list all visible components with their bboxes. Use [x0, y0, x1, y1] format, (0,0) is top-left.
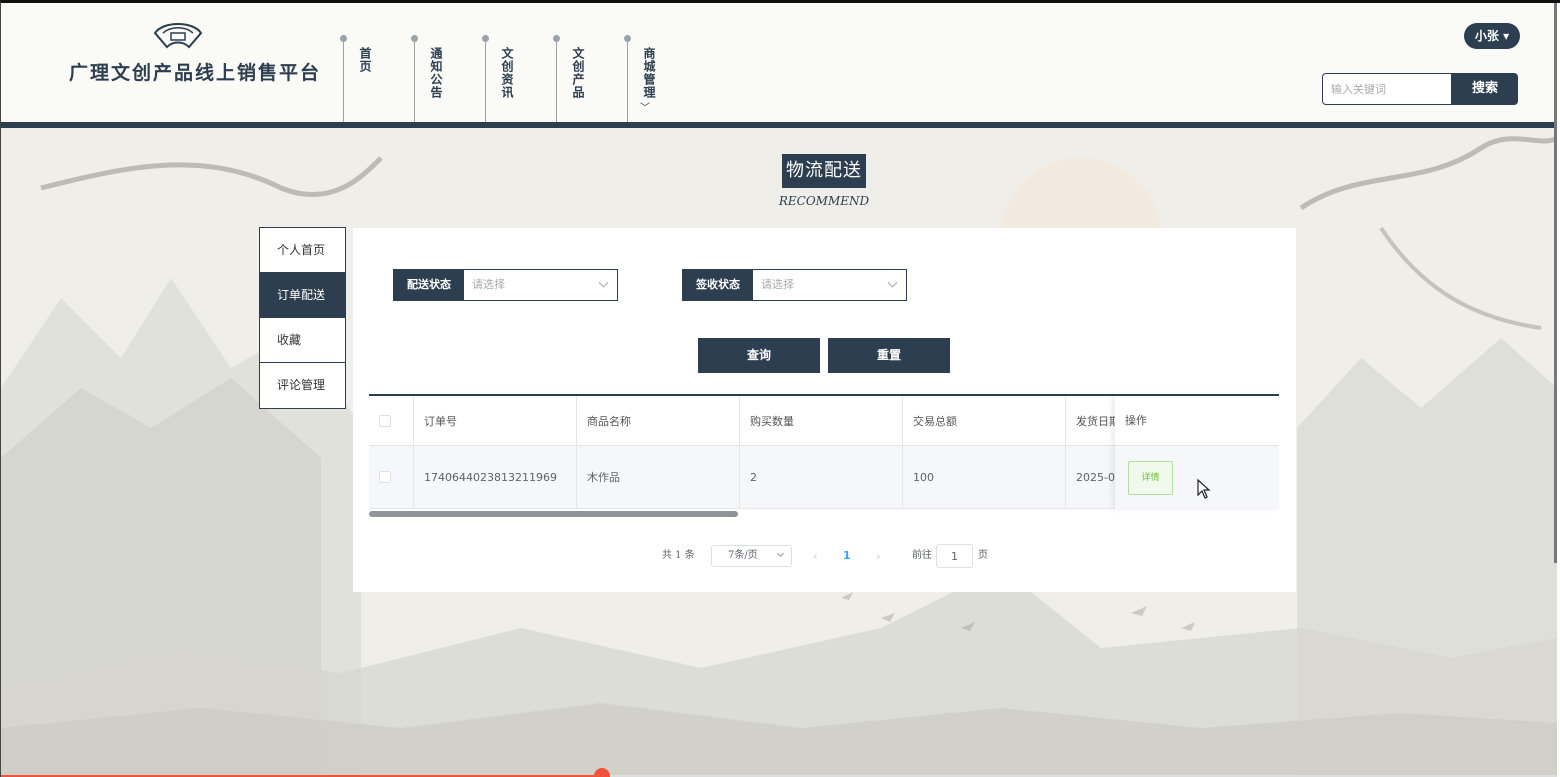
nav-dot [411, 35, 418, 42]
nav-label: 文创产品 [571, 47, 585, 99]
column-header[interactable]: 订单号 [414, 396, 577, 445]
nav-dot [340, 35, 347, 42]
chevron-down-icon [776, 549, 785, 558]
product-name-cell: 木作品 [577, 446, 740, 508]
nav-item-news[interactable]: 文创资讯 [482, 35, 545, 123]
select-all-cell [369, 396, 414, 445]
nav-item-notices[interactable]: 通知公告 [411, 35, 474, 123]
nav-label: 首页 [358, 47, 372, 73]
nav-item-mall-management[interactable]: 商城管理 ﹀ [624, 35, 687, 123]
next-page-icon[interactable]: › [876, 545, 881, 567]
quantity-cell: 2 [740, 446, 903, 508]
goto-page-input[interactable] [936, 544, 973, 568]
side-item-personal-home[interactable]: 个人首页 [260, 228, 345, 273]
column-header[interactable]: 交易总额 [903, 396, 1066, 445]
filter-label: 配送状态 [394, 270, 464, 300]
header-divider-bar [1, 122, 1557, 128]
select-all-checkbox[interactable] [379, 414, 391, 427]
side-item-comment-management[interactable]: 评论管理 [260, 363, 345, 408]
current-page-number[interactable]: 1 [843, 545, 851, 567]
search-button[interactable]: 搜索 [1452, 73, 1518, 105]
total-amount-cell: 100 [903, 446, 1066, 508]
page-size-value: 7条/页 [728, 550, 758, 561]
total-count: 共 1 条 [662, 550, 695, 561]
order-table: 订单号 商品名称 购买数量 交易总额 发货日期 1740644023813211… [369, 394, 1279, 518]
page-size-select[interactable]: 7条/页 [711, 545, 792, 567]
caret-down-icon: ▾ [1503, 29, 1510, 43]
page-suffix-label: 页 [978, 550, 988, 561]
page-title: 物流配送 [782, 154, 866, 188]
delivery-status-select[interactable]: 请选择 [472, 270, 505, 300]
side-item-favorites[interactable]: 收藏 [260, 318, 345, 363]
side-menu: 个人首页 订单配送 收藏 评论管理 [259, 227, 346, 409]
nav-label: 商城管理 [642, 47, 656, 99]
nav-dot [624, 35, 631, 42]
nav-label: 文创资讯 [500, 47, 514, 99]
row-select-cell [369, 446, 414, 508]
delivery-status-filter[interactable]: 配送状态 请选择 [393, 269, 618, 301]
row-checkbox[interactable] [379, 471, 391, 483]
table-horizontal-scrollbar[interactable] [369, 511, 738, 517]
progress-handle[interactable] [594, 768, 610, 777]
reset-button[interactable]: 重置 [828, 338, 950, 373]
column-header: 操作 [1115, 396, 1279, 446]
filter-label: 签收状态 [683, 270, 753, 300]
mouse-cursor-icon [1197, 479, 1211, 499]
user-name: 小张 [1474, 29, 1499, 43]
column-header[interactable]: 商品名称 [577, 396, 740, 445]
goto-label: 前往 [912, 550, 932, 561]
nav-item-products[interactable]: 文创产品 [553, 35, 616, 123]
nav-dot [482, 35, 489, 42]
actions-cell: 详情 [1115, 446, 1279, 509]
receipt-status-filter[interactable]: 签收状态 请选择 [682, 269, 907, 301]
chevron-down-icon [598, 277, 609, 288]
page-subtitle: RECOMMEND [778, 194, 870, 208]
nav-dot [553, 35, 560, 42]
site-header: 广理文创产品线上销售平台 首页 通知公告 文创资讯 文创产品 商城管理 ﹀ 小张… [1, 3, 1557, 126]
prev-page-icon[interactable]: ‹ [813, 545, 818, 567]
site-title[interactable]: 广理文创产品线上销售平台 [69, 58, 319, 85]
page-scrollbar[interactable] [1554, 3, 1557, 563]
chevron-down-icon: ﹀ [640, 103, 650, 114]
side-item-order-delivery[interactable]: 订单配送 [260, 273, 345, 318]
nav-label: 通知公告 [429, 47, 443, 99]
search-input[interactable] [1322, 73, 1452, 105]
nav-item-home[interactable]: 首页 [340, 35, 403, 123]
query-button[interactable]: 查询 [698, 338, 820, 373]
order-number-cell: 1740644023813211969 [414, 446, 577, 508]
column-header[interactable]: 购买数量 [740, 396, 903, 445]
detail-button[interactable]: 详情 [1128, 461, 1173, 495]
fan-logo-icon [153, 23, 203, 49]
delivery-panel: 配送状态 请选择 签收状态 请选择 查询 重置 订单号 商品名称 购买数量 交易… [353, 228, 1296, 592]
receipt-status-select[interactable]: 请选择 [761, 270, 794, 300]
chevron-down-icon [887, 277, 898, 288]
user-menu-button[interactable]: 小张 ▾ [1464, 23, 1520, 49]
